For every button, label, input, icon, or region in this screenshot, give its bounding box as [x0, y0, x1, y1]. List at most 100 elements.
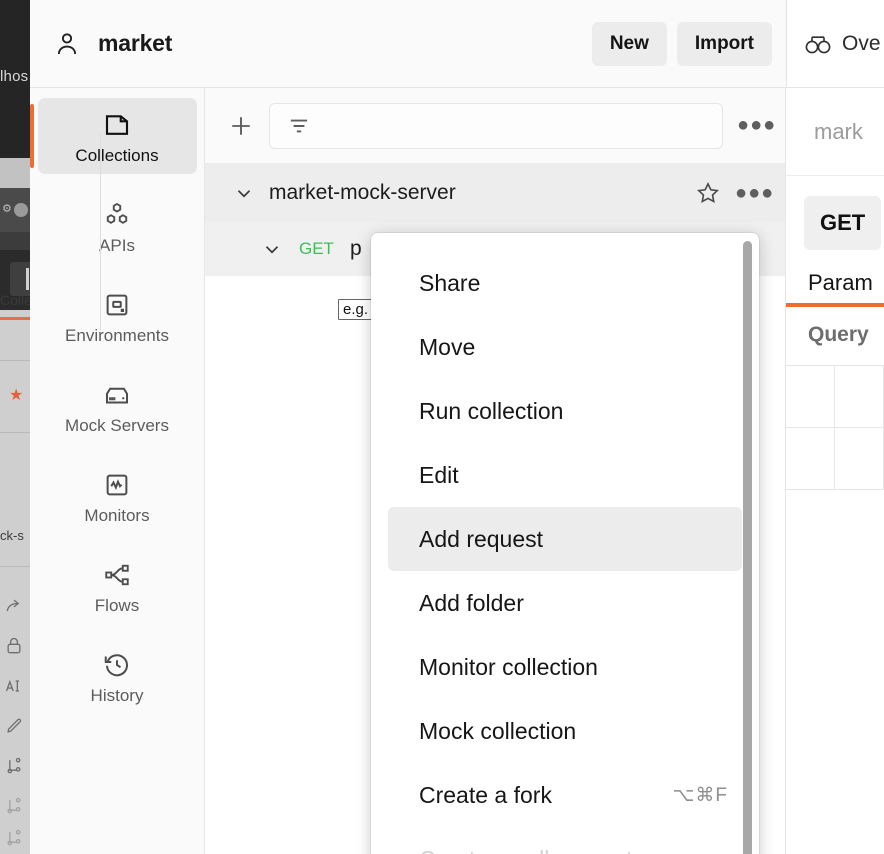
- menu-item-monitor-collection[interactable]: Monitor collection: [388, 635, 742, 699]
- sidebar-item-collections[interactable]: Collections: [30, 98, 197, 174]
- params-table: [786, 365, 884, 490]
- sidebar-label: History: [90, 686, 144, 705]
- menu-item-label: Create a pull request: [419, 846, 633, 854]
- user-avatar-icon: [52, 29, 82, 59]
- collections-folder-icon: [102, 110, 132, 140]
- sidebar-item-apis[interactable]: APIs: [38, 188, 197, 264]
- sidebar-label: Collections: [75, 146, 159, 165]
- chevron-down-icon[interactable]: [233, 182, 255, 204]
- star-icon: ★: [9, 387, 24, 404]
- star-outline-icon[interactable]: [695, 180, 721, 206]
- request-pane: mark GET Param Query: [786, 88, 884, 854]
- history-clock-icon: [102, 650, 132, 680]
- plus-icon[interactable]: [227, 112, 255, 140]
- left-rail: Collections APIs Environments Mock Serve…: [30, 88, 205, 854]
- branch-icon: [4, 756, 26, 778]
- collection-more-button[interactable]: ●●●: [735, 182, 773, 205]
- table-cell[interactable]: [786, 428, 835, 489]
- environments-box-icon: [102, 290, 132, 320]
- example-badge: e.g.: [338, 299, 374, 320]
- background-window-strip: lhos ⚙ Colle ★ ck-s: [0, 0, 36, 854]
- workspace-name: market: [98, 30, 173, 56]
- background-divider: [0, 566, 30, 567]
- sidebar-item-monitors[interactable]: Monitors: [38, 458, 197, 534]
- flows-graph-icon: [102, 560, 132, 590]
- table-row[interactable]: [786, 428, 884, 490]
- method-row: GET: [786, 176, 884, 270]
- collection-name: market-mock-server: [269, 181, 456, 204]
- collection-row[interactable]: market-mock-server ●●●: [205, 164, 785, 222]
- background-band-1: [0, 158, 30, 188]
- menu-item-run-collection[interactable]: Run collection: [388, 379, 742, 443]
- background-collections-label: Colle: [0, 292, 32, 308]
- menu-item-label: Share: [419, 269, 481, 296]
- lock-icon: [4, 636, 26, 658]
- method-selector[interactable]: GET: [804, 196, 882, 250]
- branch-icon-dim: [4, 796, 26, 818]
- branch-icon-dim: [4, 828, 26, 850]
- monitors-pulse-icon: [102, 470, 132, 500]
- tab-params[interactable]: Param: [808, 270, 884, 303]
- tree-guide-line: [100, 134, 101, 330]
- new-button[interactable]: New: [591, 21, 667, 66]
- overview-binoculars-icon: [803, 32, 833, 56]
- url-bar[interactable]: mark: [786, 88, 884, 176]
- menu-item-label: Move: [419, 333, 476, 360]
- request-method-label: GET: [299, 239, 334, 258]
- apis-nodes-icon: [102, 200, 132, 230]
- background-divider: [0, 360, 30, 361]
- menu-item-move[interactable]: Move: [388, 315, 742, 379]
- context-menu-scrollbar[interactable]: [743, 241, 752, 854]
- background-chip-line: [26, 268, 29, 290]
- menu-item-edit[interactable]: Edit: [388, 443, 742, 507]
- background-glyph-icon: ⚙: [2, 203, 12, 215]
- background-band-3: [0, 232, 30, 250]
- table-cell[interactable]: [835, 366, 884, 427]
- table-cell[interactable]: [835, 428, 884, 489]
- sidebar-item-environments[interactable]: Environments: [38, 278, 197, 354]
- context-menu-list: Share Move Run collection Edit Add reque…: [371, 251, 759, 854]
- request-name: p: [349, 237, 362, 260]
- collection-context-menu: Share Move Run collection Edit Add reque…: [371, 233, 759, 854]
- menu-item-label: Run collection: [419, 397, 564, 424]
- screen: lhos ⚙ Colle ★ ck-s market New Import Ov…: [0, 0, 884, 854]
- menu-item-add-request[interactable]: Add request: [388, 507, 742, 571]
- background-dot-icon: [14, 203, 28, 217]
- menu-item-create-a-pull-request[interactable]: Create a pull request: [388, 827, 742, 854]
- sidebar-item-flows[interactable]: Flows: [38, 548, 197, 624]
- app-header: market New Import: [30, 0, 786, 88]
- sidebar-label: Monitors: [84, 506, 150, 525]
- menu-item-label: Monitor collection: [419, 653, 598, 680]
- background-url-text: lhos: [0, 68, 29, 85]
- text-cursor-icon: [4, 676, 26, 698]
- menu-item-add-folder[interactable]: Add folder: [388, 571, 742, 635]
- table-cell[interactable]: [786, 366, 835, 427]
- tab-overview-label[interactable]: Ove: [842, 32, 881, 56]
- filter-icon: [286, 113, 312, 139]
- table-row[interactable]: [786, 366, 884, 428]
- collections-toolbar: ●●●: [205, 88, 785, 164]
- chevron-down-icon[interactable]: [261, 238, 283, 260]
- collections-toolbar-more-button[interactable]: ●●●: [737, 114, 775, 137]
- background-divider: [0, 432, 30, 433]
- menu-item-label: Create a fork: [419, 781, 552, 808]
- menu-item-create-a-fork[interactable]: Create a fork ⌥⌘F: [388, 763, 742, 827]
- menu-item-shortcut: ⌥⌘F: [672, 784, 728, 806]
- search-input[interactable]: [269, 102, 723, 149]
- menu-item-label: Add folder: [419, 589, 524, 616]
- url-value: mark: [814, 118, 863, 144]
- menu-item-mock-collection[interactable]: Mock collection: [388, 699, 742, 763]
- import-button[interactable]: Import: [676, 21, 772, 66]
- sidebar-item-history[interactable]: History: [38, 638, 197, 714]
- mock-servers-icon: [102, 380, 132, 410]
- request-tabs: Param: [786, 270, 884, 307]
- menu-item-label: Edit: [419, 461, 459, 488]
- sidebar-label: Environments: [65, 326, 169, 345]
- menu-item-label: Add request: [419, 525, 544, 552]
- background-mock-label: ck-s: [0, 528, 24, 543]
- sidebar-item-mock-servers[interactable]: Mock Servers: [38, 368, 197, 444]
- query-params-heading: Query: [808, 323, 869, 346]
- pencil-icon: [4, 716, 26, 738]
- share-arrow-icon: [4, 596, 26, 618]
- menu-item-share[interactable]: Share: [388, 251, 742, 315]
